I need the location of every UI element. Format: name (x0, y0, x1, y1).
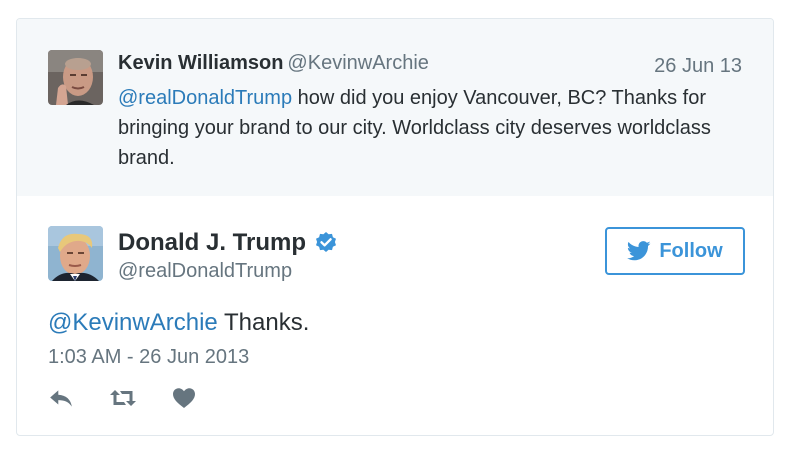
heart-icon[interactable] (172, 387, 196, 409)
follow-button[interactable]: Follow (605, 227, 745, 275)
parent-avatar[interactable] (48, 50, 103, 105)
embedded-tweet-card: Kevin Williamson @KevinwArchie 26 Jun 13 … (16, 18, 774, 436)
parent-date[interactable]: 26 Jun 13 (654, 55, 742, 78)
tweet-text: @KevinwArchie Thanks. (48, 309, 309, 337)
parent-author[interactable]: Kevin Williamson @KevinwArchie (118, 52, 429, 75)
reply-icon[interactable] (48, 387, 74, 409)
parent-mention-link[interactable]: @realDonaldTrump (118, 87, 292, 109)
tweet-actions (48, 387, 230, 409)
tweet-timestamp[interactable]: 1:03 AM - 26 Jun 2013 (48, 346, 249, 369)
parent-tweet[interactable]: Kevin Williamson @KevinwArchie 26 Jun 13 … (17, 19, 773, 196)
follow-button-label: Follow (659, 239, 723, 262)
tweet-author-handle[interactable]: @realDonaldTrump (118, 260, 292, 283)
parent-author-name[interactable]: Kevin Williamson (118, 52, 283, 74)
tweet-author[interactable]: Donald J. Trump (118, 229, 338, 257)
tweet-body: Thanks. (217, 309, 310, 336)
parent-tweet-text: @realDonaldTrump how did you enjoy Vanco… (118, 83, 758, 173)
parent-author-handle[interactable]: @KevinwArchie (287, 52, 428, 74)
verified-badge-icon (314, 231, 338, 255)
tweet-mention-link[interactable]: @KevinwArchie (48, 309, 218, 336)
retweet-icon[interactable] (108, 387, 138, 409)
twitter-bird-icon (627, 241, 651, 261)
tweet-author-name[interactable]: Donald J. Trump (118, 229, 306, 257)
tweet-avatar[interactable] (48, 226, 103, 281)
